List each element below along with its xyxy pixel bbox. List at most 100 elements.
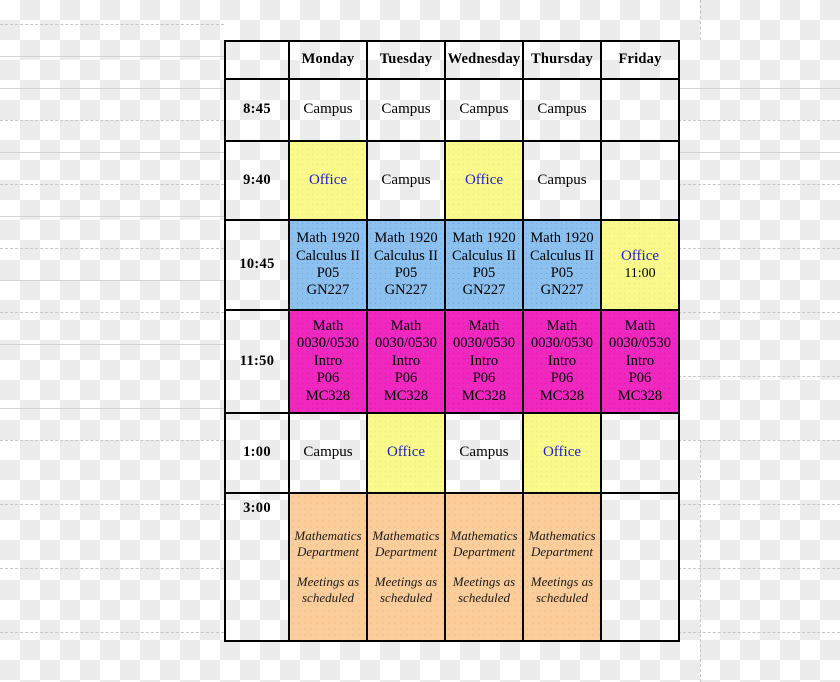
course-room: MC328 [539, 387, 585, 404]
dept-line: Mathematics [528, 528, 596, 543]
course-title: Calculus II [295, 247, 361, 264]
course-title: Calculus II [451, 247, 517, 264]
cell-text: Campus [303, 101, 353, 118]
course-room: MC328 [617, 387, 663, 404]
cell-thursday-100: Office [522, 412, 602, 494]
meeting-line: scheduled [536, 589, 588, 605]
cell-monday-100: Campus [288, 412, 368, 494]
cell-text: Campus [537, 101, 587, 118]
cell-text: Campus [459, 444, 509, 461]
course-room: MC328 [305, 387, 351, 404]
meeting-line: Meetings as [530, 573, 594, 589]
meeting-line: Meetings as [296, 573, 360, 589]
course-code: 0030/0530 [374, 335, 438, 352]
cell-text: Office [308, 171, 348, 188]
cell-text: Campus [381, 101, 431, 118]
course-title: Intro [313, 352, 343, 369]
department-block: Mathematics Department Meetings as sched… [524, 528, 600, 606]
course-title: Intro [469, 352, 499, 369]
cell-monday-300: Mathematics Department Meetings as sched… [288, 492, 368, 642]
course-subject: Math [624, 318, 656, 335]
cell-wednesday-1045: Math 1920 Calculus II P05 GN227 [444, 219, 524, 311]
cell-text: Office [464, 171, 504, 188]
time-label-1045: 10:45 [224, 219, 290, 311]
cell-monday-1150: Math 0030/0530 Intro P06 MC328 [288, 309, 368, 414]
cell-tuesday-100: Office [366, 412, 446, 494]
day-header-friday: Friday [600, 40, 680, 80]
table-row: 11:50 Math 0030/0530 Intro P06 MC328 Mat… [224, 309, 680, 414]
cell-wednesday-1150: Math 0030/0530 Intro P06 MC328 [444, 309, 524, 414]
course-subject: Math [312, 318, 344, 335]
course-title: Intro [625, 352, 655, 369]
cell-wednesday-940: Office [444, 140, 524, 221]
course-room: GN227 [540, 282, 584, 299]
dept-line: Department [530, 544, 594, 560]
office-block: Office 11:00 [602, 248, 678, 282]
cell-text: Campus [459, 101, 509, 118]
course-subject: Math [390, 318, 422, 335]
department-block: Mathematics Department Meetings as sched… [446, 528, 522, 606]
course-room: GN227 [384, 282, 428, 299]
table-row: 8:45 Campus Campus Campus Campus [224, 78, 680, 142]
course-code: 0030/0530 [452, 335, 516, 352]
day-header-thursday: Thursday [522, 40, 602, 80]
dept-line: Department [374, 544, 438, 560]
cell-friday-1150: Math 0030/0530 Intro P06 MC328 [600, 309, 680, 414]
course-block: Math 0030/0530 Intro P06 MC328 [290, 318, 366, 405]
time-label-100: 1:00 [224, 412, 290, 494]
course-subject: Math [468, 318, 500, 335]
day-header-monday: Monday [288, 40, 368, 80]
department-block: Mathematics Department Meetings as sched… [290, 528, 366, 606]
weekly-schedule-table: Monday Tuesday Wednesday Thursday Friday… [224, 40, 680, 642]
cell-text: Campus [381, 171, 431, 188]
cell-text: Campus [303, 444, 353, 461]
meeting-line: scheduled [302, 589, 354, 605]
meeting-line: scheduled [380, 589, 432, 605]
dept-line: Mathematics [372, 528, 440, 543]
cell-thursday-1150: Math 0030/0530 Intro P06 MC328 [522, 309, 602, 414]
cell-text: Office [542, 444, 582, 461]
cell-thursday-845: Campus [522, 78, 602, 142]
office-time: 11:00 [624, 265, 656, 281]
course-block: Math 1920 Calculus II P05 GN227 [368, 230, 444, 300]
course-section: P06 [628, 370, 652, 387]
cell-friday-300 [600, 492, 680, 642]
course-block: Math 0030/0530 Intro P06 MC328 [446, 318, 522, 405]
cell-thursday-1045: Math 1920 Calculus II P05 GN227 [522, 219, 602, 311]
course-block: Math 1920 Calculus II P05 GN227 [446, 230, 522, 300]
course-block: Math 0030/0530 Intro P06 MC328 [368, 318, 444, 405]
course-code: 0030/0530 [530, 335, 594, 352]
course-room: GN227 [306, 282, 350, 299]
dept-line: Mathematics [294, 528, 362, 543]
course-title: Calculus II [373, 247, 439, 264]
course-code: Math 1920 [296, 230, 360, 247]
course-section: P06 [394, 370, 418, 387]
table-row: 1:00 Campus Office Campus Office [224, 412, 680, 494]
office-label: Office [620, 247, 660, 264]
dept-line: Mathematics [450, 528, 518, 543]
dept-line: Department [452, 544, 516, 560]
course-title: Intro [547, 352, 577, 369]
time-label-845: 8:45 [224, 78, 290, 142]
course-title: Intro [391, 352, 421, 369]
course-room: MC328 [461, 387, 507, 404]
cell-monday-845: Campus [288, 78, 368, 142]
time-label-940: 9:40 [224, 140, 290, 221]
cell-tuesday-1150: Math 0030/0530 Intro P06 MC328 [366, 309, 446, 414]
cell-wednesday-845: Campus [444, 78, 524, 142]
course-block: Math 0030/0530 Intro P06 MC328 [602, 318, 678, 405]
table-row: 3:00 Mathematics Department Meetings as … [224, 492, 680, 642]
cell-wednesday-100: Campus [444, 412, 524, 494]
table-row: 9:40 Office Campus Office Campus [224, 140, 680, 221]
day-header-wednesday: Wednesday [444, 40, 524, 80]
course-block: Math 1920 Calculus II P05 GN227 [290, 230, 366, 300]
cell-friday-100 [600, 412, 680, 494]
meeting-line: scheduled [458, 589, 510, 605]
course-section: P05 [472, 265, 496, 281]
table-row: 10:45 Math 1920 Calculus II P05 GN227 Ma… [224, 219, 680, 311]
dept-line: Department [296, 544, 360, 560]
course-code: Math 1920 [530, 230, 594, 247]
course-section: P06 [550, 370, 574, 387]
cell-text: Campus [537, 171, 587, 188]
cell-monday-940: Office [288, 140, 368, 221]
